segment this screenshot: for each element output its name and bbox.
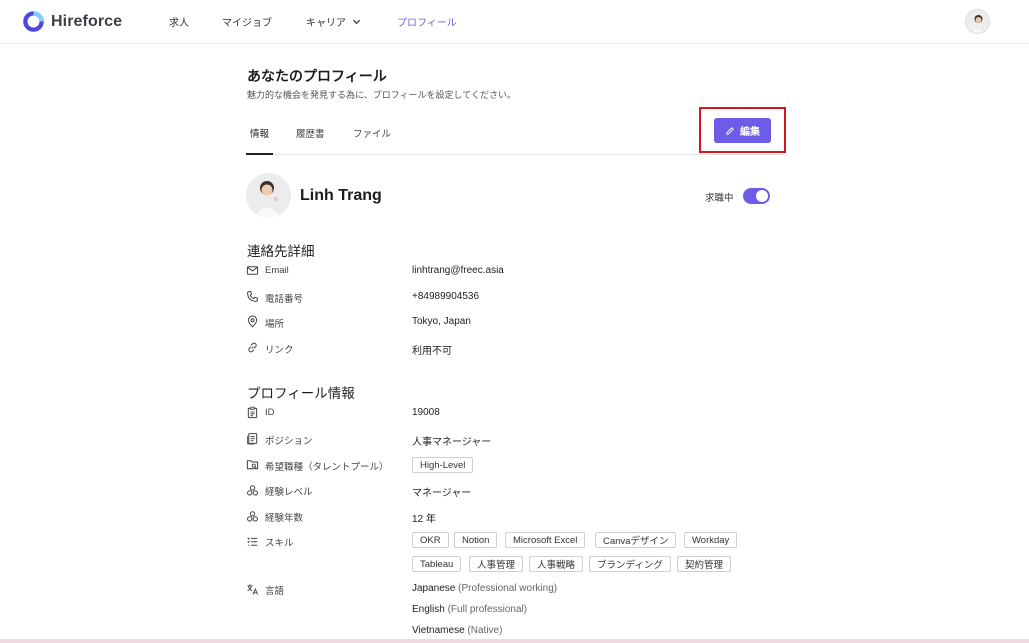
profile-avatar: [246, 173, 291, 218]
profile-label-id: ID: [265, 407, 275, 418]
profile-value-experience-level: マネージャー: [412, 488, 472, 499]
clipboard-icon: [246, 406, 259, 419]
cubes-icon: [246, 510, 259, 523]
skill-tag: OKR: [412, 532, 449, 548]
language-name: Vietnamese: [412, 625, 465, 636]
active-tab-indicator: [246, 153, 273, 155]
phone-icon: [246, 290, 259, 303]
profile-label-desired-type: 希望職種（タレントプール）: [265, 462, 389, 473]
job-status-toggle[interactable]: [743, 188, 770, 204]
profile-label-experience-years: 経験年数: [265, 513, 304, 524]
contact-value-phone: +84989904536: [412, 291, 480, 302]
link-icon: [246, 341, 259, 354]
language-level: (Native): [467, 625, 503, 636]
skill-tag: 人事戦略: [529, 556, 584, 572]
language-item: Japanese (Professional working): [412, 583, 557, 594]
language-level: (Full professional): [447, 604, 528, 615]
contact-section-title: 連絡先詳細: [247, 244, 315, 259]
profile-value-position: 人事マネージャー: [412, 437, 492, 448]
toggle-knob: [756, 190, 768, 202]
profile-photo: [246, 173, 291, 218]
page-title: あなたのプロフィール: [247, 68, 387, 84]
contact-label-link: リンク: [265, 345, 294, 356]
language-name: English: [412, 604, 445, 615]
profile-label-languages: 言語: [265, 586, 285, 597]
folder-search-icon: [246, 458, 259, 471]
cubes-icon: [246, 484, 259, 497]
tab-info[interactable]: 情報: [250, 126, 269, 140]
edit-button-label: 編集: [740, 127, 760, 138]
skill-tag: Notion: [454, 532, 498, 548]
nav-my-jobs-label: マイジョブ: [222, 18, 272, 29]
mail-icon: [246, 264, 259, 277]
chevron-down-icon: [352, 19, 361, 25]
app-name: Hireforce: [51, 12, 123, 30]
profile-label-position: ポジション: [265, 436, 313, 447]
language-item: English (Full professional): [412, 604, 527, 615]
skill-tag: 契約管理: [677, 556, 732, 572]
profile-value-id: 19008: [412, 407, 440, 418]
contact-label-email: Email: [265, 265, 289, 276]
nav-profile-label: プロフィール: [397, 18, 457, 29]
contact-label-phone: 電話番号: [265, 294, 304, 305]
bottom-edge: [0, 639, 1029, 643]
contact-value-email: linhtrang@freec.asia: [412, 265, 504, 276]
contact-value-link: 利用不可: [412, 346, 452, 357]
nav-my-jobs[interactable]: マイジョブ: [222, 14, 272, 29]
skill-tag: 人事管理: [469, 556, 524, 572]
skill-tag: Workday: [684, 532, 738, 548]
document-list-icon: [246, 432, 259, 445]
nav-career-label: キャリア: [306, 18, 346, 29]
skill-tag: Canvaデザイン: [595, 532, 677, 548]
profile-info-section-title: プロフィール情報: [247, 386, 355, 401]
avatar-image: [966, 10, 989, 33]
nav-career[interactable]: キャリア: [306, 14, 361, 29]
list-icon: [246, 535, 259, 548]
job-status-label: 求職中: [705, 193, 734, 204]
contact-label-location: 場所: [265, 319, 285, 330]
hireforce-logo-icon: [23, 11, 44, 32]
skill-tag: ブランディング: [589, 556, 671, 572]
language-level: (Professional working): [458, 583, 558, 594]
user-avatar[interactable]: [965, 9, 990, 34]
tag-desired-type: High-Level: [412, 457, 474, 473]
translate-icon: [246, 583, 259, 596]
profile-value-experience-years: 12 年: [412, 514, 436, 525]
nav-profile[interactable]: プロフィール: [397, 14, 457, 29]
skill-tag: Tableau: [412, 556, 462, 572]
app-logo[interactable]: Hireforce: [22, 10, 122, 33]
location-pin-icon: [246, 315, 259, 328]
nav-jobs[interactable]: 求人: [169, 14, 189, 29]
language-item: Vietnamese (Native): [412, 625, 502, 636]
page-subtitle: 魅力的な機会を発見する為に、プロフィールを設定してください。: [247, 90, 517, 100]
nav-jobs-label: 求人: [169, 18, 189, 29]
language-name: Japanese: [412, 583, 456, 594]
profile-label-experience-level: 経験レベル: [265, 487, 313, 498]
skill-tag: Microsoft Excel: [505, 532, 586, 548]
profile-label-skills: スキル: [265, 538, 294, 549]
pencil-icon: [726, 126, 734, 135]
top-navbar: Hireforce 求人 マイジョブ キャリア プロフィール: [0, 0, 1029, 44]
tab-resume[interactable]: 履歴書: [296, 126, 325, 140]
tab-files[interactable]: ファイル: [353, 126, 391, 140]
profile-name: Linh Trang: [300, 187, 382, 204]
edit-button[interactable]: 編集: [714, 118, 771, 143]
contact-value-location: Tokyo, Japan: [412, 316, 471, 327]
